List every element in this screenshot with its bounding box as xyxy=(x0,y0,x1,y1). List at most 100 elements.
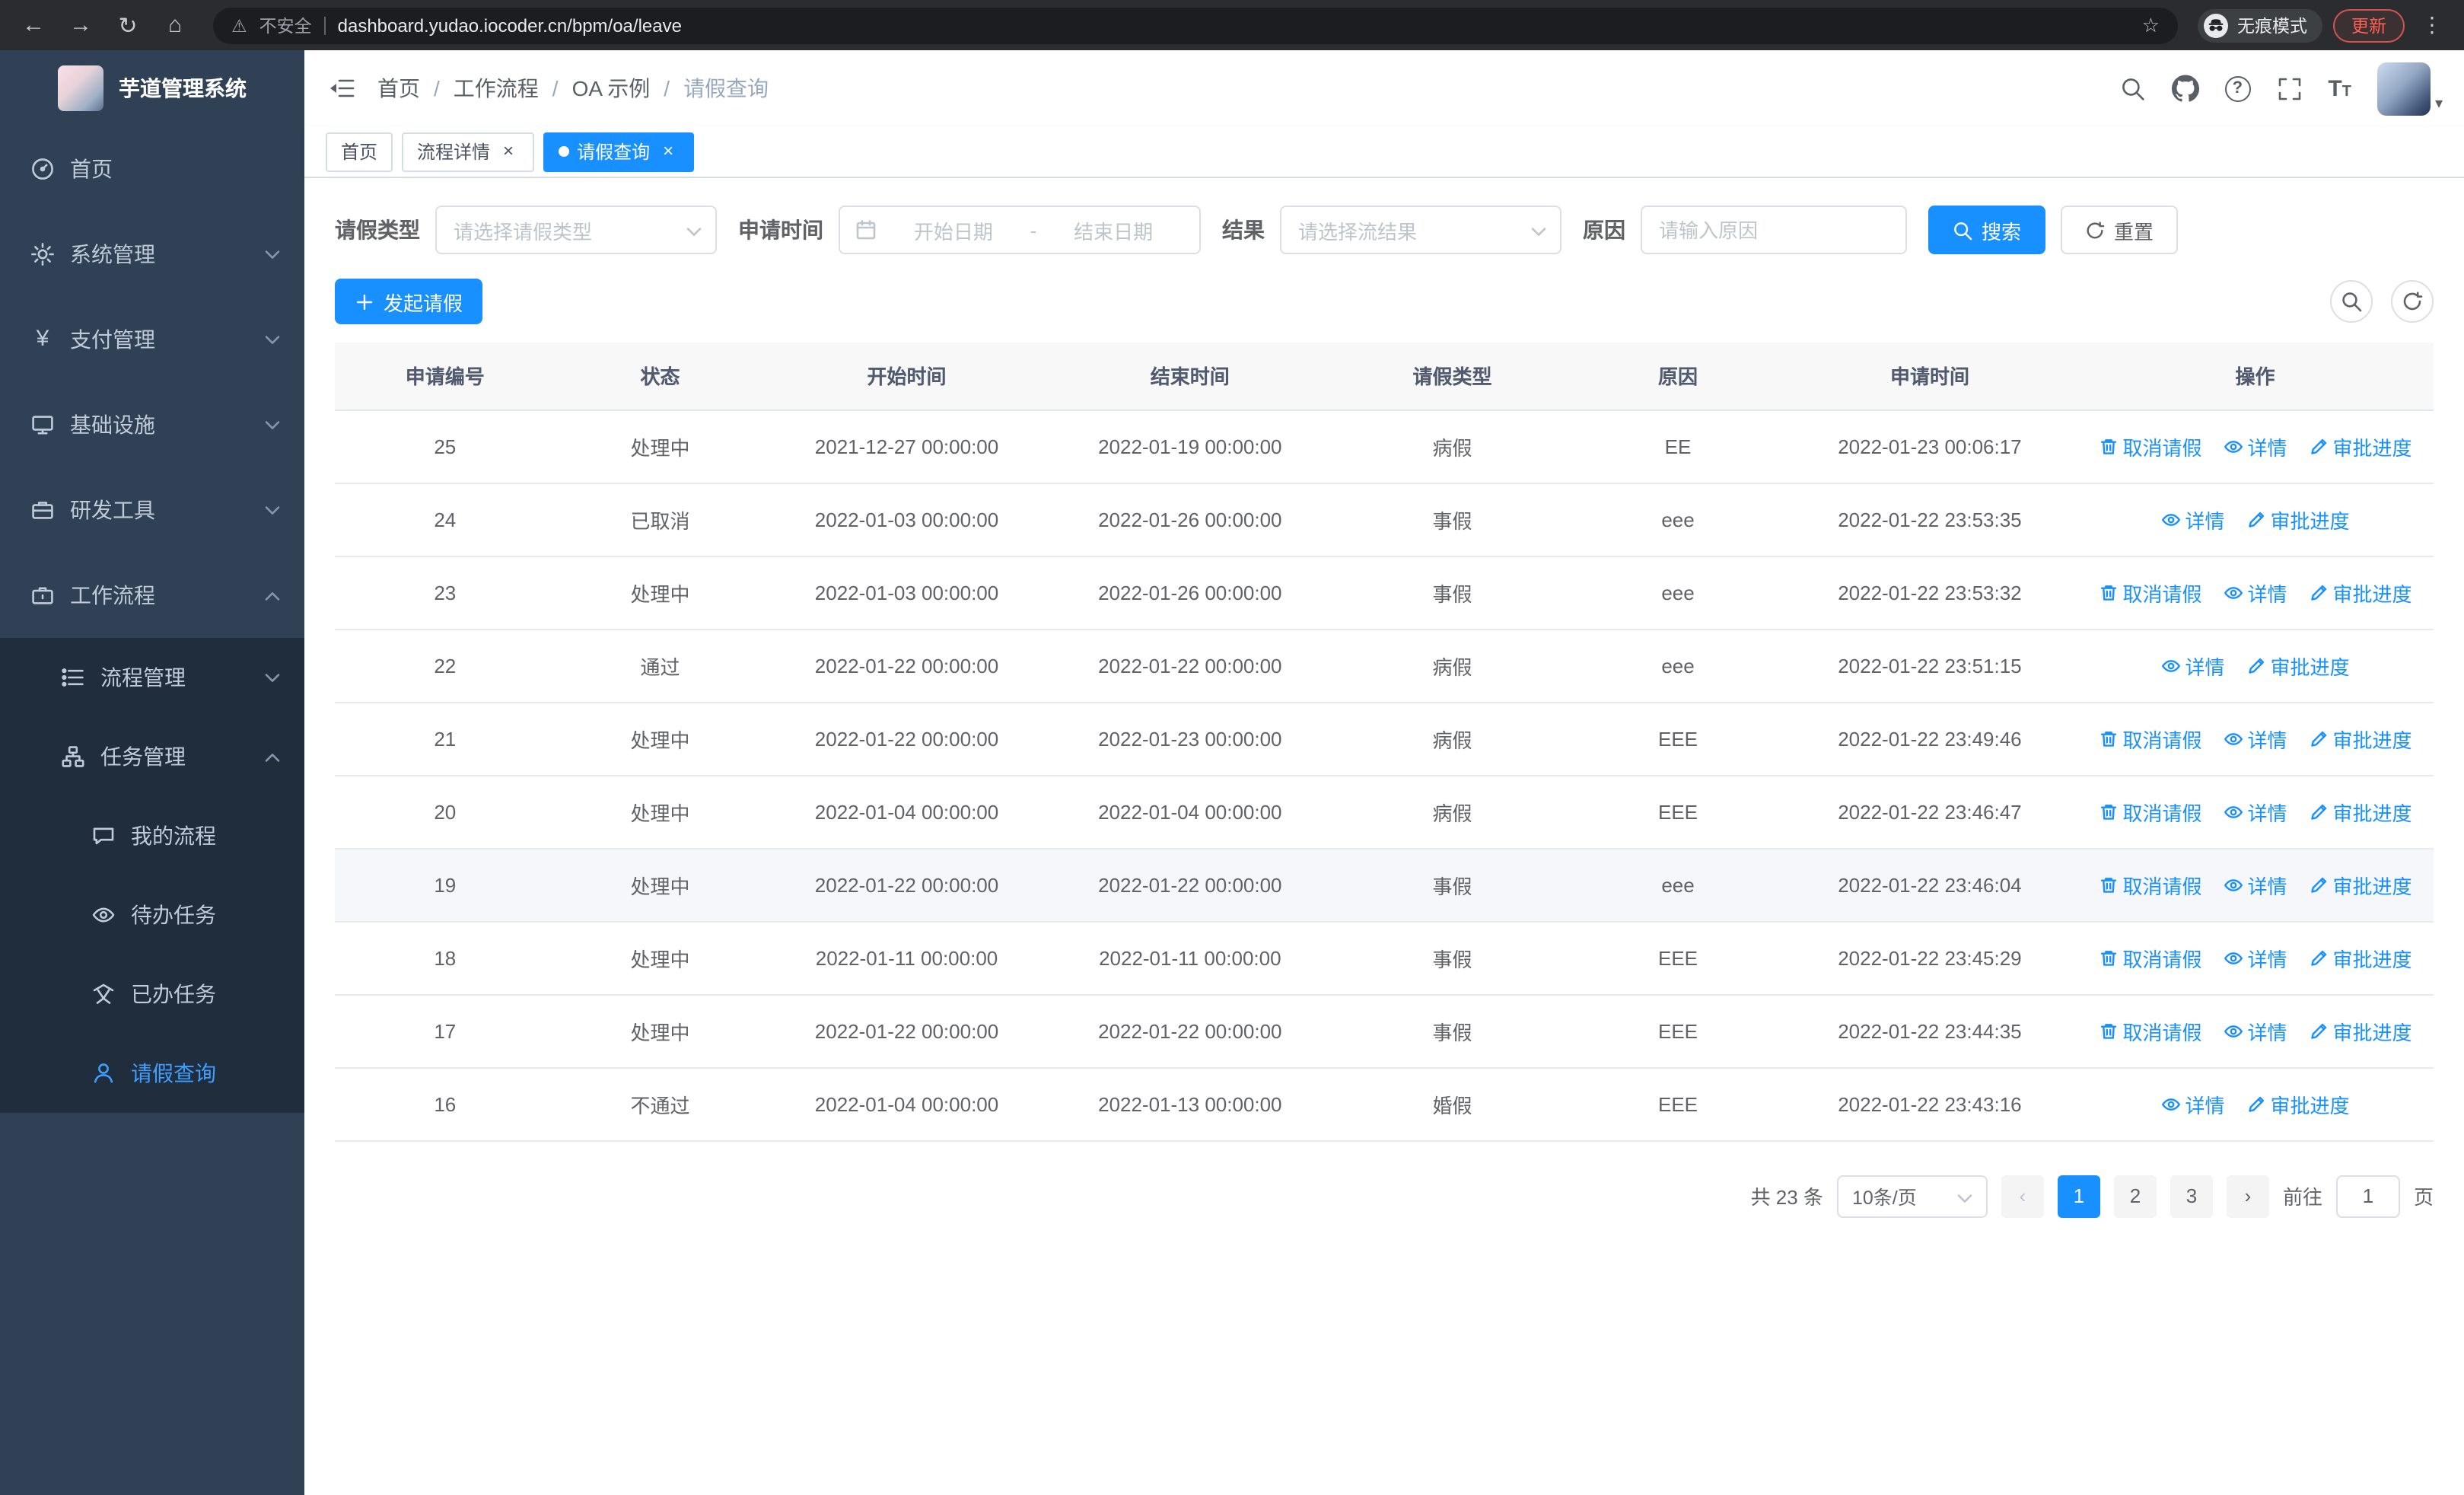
table-row: 22 通过 2022-01-22 00:00:00 2022-01-22 00:00:… xyxy=(335,629,2434,703)
pagination-total: 共 23 条 xyxy=(1750,1186,1823,1209)
prev-page-button[interactable]: ‹ xyxy=(2001,1175,2044,1217)
search-icon[interactable] xyxy=(2119,75,2145,101)
sidebar-item-home[interactable]: 首页 xyxy=(0,126,304,212)
detail-link[interactable]: 详情 xyxy=(2223,432,2287,461)
update-button[interactable]: 更新 xyxy=(2333,8,2405,42)
reset-button[interactable]: 重置 xyxy=(2061,206,2179,254)
sidebar-item-system-mgmt[interactable]: 系统管理 xyxy=(0,212,304,297)
font-size-icon[interactable]: TT xyxy=(2328,77,2351,100)
breadcrumb-item[interactable]: OA 示例 xyxy=(572,73,651,104)
github-icon[interactable] xyxy=(2171,75,2199,102)
cell-status: 处理中 xyxy=(555,702,766,776)
result-select[interactable]: 请选择流结果 xyxy=(1280,206,1561,254)
tab-home[interactable]: 首页 xyxy=(326,132,393,171)
sidebar-item-infrastructure[interactable]: 基础设施 xyxy=(0,382,304,467)
approval-progress-link[interactable]: 审批进度 xyxy=(2309,724,2412,753)
security-label[interactable]: 不安全 xyxy=(259,13,312,37)
col-header-type: 请假类型 xyxy=(1331,343,1574,410)
detail-link[interactable]: 详情 xyxy=(2223,870,2287,899)
detail-link[interactable]: 详情 xyxy=(2223,797,2287,826)
cell-actions: 详情 审批进度 xyxy=(2077,483,2434,556)
approval-progress-link[interactable]: 审批进度 xyxy=(2309,943,2412,972)
reload-icon[interactable]: ↻ xyxy=(110,7,146,43)
cell-end: 2022-01-22 00:00:00 xyxy=(1048,848,1332,922)
cancel-leave-link[interactable]: 取消请假 xyxy=(2098,870,2201,899)
page-size-select[interactable]: 10条/页 xyxy=(1836,1175,1988,1217)
cancel-leave-link[interactable]: 取消请假 xyxy=(2098,578,2201,607)
close-icon[interactable]: × xyxy=(498,140,519,162)
breadcrumb-item[interactable]: 工作流程 xyxy=(454,73,539,104)
toolbox-icon xyxy=(30,498,55,522)
avatar[interactable] xyxy=(2376,62,2431,115)
detail-link[interactable]: 详情 xyxy=(2160,505,2225,534)
search-button[interactable]: 搜索 xyxy=(1928,206,2046,254)
user-menu[interactable]: ▾ xyxy=(2376,62,2443,115)
sidebar-fold-icon[interactable] xyxy=(304,50,377,126)
home-icon[interactable]: ⌂ xyxy=(157,7,193,43)
cell-reason: EE xyxy=(1573,410,1783,483)
fullscreen-icon[interactable] xyxy=(2276,75,2302,101)
sidebar-item-dev-tools[interactable]: 研发工具 xyxy=(0,467,304,553)
sidebar-item-task-mgmt[interactable]: 任务管理 xyxy=(0,717,304,796)
create-leave-button[interactable]: 发起请假 xyxy=(335,279,483,324)
detail-link[interactable]: 详情 xyxy=(2223,724,2287,753)
sidebar-item-done-tasks[interactable]: 已办任务 xyxy=(0,955,304,1034)
next-page-button[interactable]: › xyxy=(2226,1175,2269,1217)
reason-input[interactable] xyxy=(1641,206,1907,254)
approval-progress-link[interactable]: 审批进度 xyxy=(2246,651,2350,680)
bookmark-star-icon[interactable]: ☆ xyxy=(2142,13,2160,37)
help-icon[interactable]: ? xyxy=(2224,75,2251,101)
leave-type-select[interactable]: 请选择请假类型 xyxy=(435,206,717,254)
sidebar-item-my-process[interactable]: 我的流程 xyxy=(0,796,304,875)
col-header-status: 状态 xyxy=(555,343,766,410)
goto-page-input[interactable] xyxy=(2335,1175,2400,1217)
cancel-leave-link[interactable]: 取消请假 xyxy=(2098,797,2201,826)
cell-id: 23 xyxy=(335,556,556,630)
cell-reason: EEE xyxy=(1573,775,1783,849)
approval-progress-link[interactable]: 审批进度 xyxy=(2309,797,2412,826)
approval-progress-link[interactable]: 审批进度 xyxy=(2246,1089,2350,1118)
refresh-icon[interactable] xyxy=(2391,280,2434,323)
tab-label: 流程详情 xyxy=(417,142,491,163)
sidebar-item-payment-mgmt[interactable]: ¥ 支付管理 xyxy=(0,297,304,382)
detail-link[interactable]: 详情 xyxy=(2223,578,2287,607)
sidebar-item-process-mgmt[interactable]: 流程管理 xyxy=(0,638,304,717)
approval-progress-link[interactable]: 审批进度 xyxy=(2309,870,2412,899)
detail-link[interactable]: 详情 xyxy=(2223,1016,2287,1045)
page-button-3[interactable]: 3 xyxy=(2170,1175,2213,1217)
address-bar[interactable]: ⚠ 不安全 dashboard.yudao.iocoder.cn/bpm/oa/… xyxy=(213,7,2178,43)
cancel-leave-link[interactable]: 取消请假 xyxy=(2098,943,2201,972)
sidebar-item-leave-query[interactable]: 请假查询 xyxy=(0,1034,304,1113)
detail-link[interactable]: 详情 xyxy=(2160,651,2225,680)
tab-leave-query[interactable]: 请假查询 × xyxy=(543,132,695,171)
app-logo[interactable]: 芋道管理系统 xyxy=(0,50,304,126)
filter-apply-time: 申请时间 开始日期 - 结束日期 xyxy=(738,206,1201,254)
detail-link[interactable]: 详情 xyxy=(2160,1089,2225,1118)
cell-applied: 2022-01-22 23:43:16 xyxy=(1782,1067,2077,1141)
close-icon[interactable]: × xyxy=(657,140,679,162)
chevron-down-icon xyxy=(265,335,280,343)
approval-progress-link[interactable]: 审批进度 xyxy=(2309,432,2412,461)
breadcrumb-item[interactable]: 首页 xyxy=(377,73,420,104)
date-range-picker[interactable]: 开始日期 - 结束日期 xyxy=(839,206,1201,254)
back-icon[interactable]: ← xyxy=(15,7,52,43)
approval-progress-link[interactable]: 审批进度 xyxy=(2246,505,2350,534)
detail-link[interactable]: 详情 xyxy=(2223,943,2287,972)
sidebar-item-workflow[interactable]: 工作流程 xyxy=(0,553,304,638)
approval-progress-link[interactable]: 审批进度 xyxy=(2309,578,2412,607)
cancel-leave-link[interactable]: 取消请假 xyxy=(2098,432,2201,461)
cancel-leave-link[interactable]: 取消请假 xyxy=(2098,724,2201,753)
cell-status: 处理中 xyxy=(555,775,766,849)
forward-icon[interactable]: → xyxy=(62,7,99,43)
cancel-leave-link[interactable]: 取消请假 xyxy=(2098,1016,2201,1045)
browser-menu-icon[interactable]: ⋮ xyxy=(2415,12,2449,38)
url-text[interactable]: dashboard.yudao.iocoder.cn/bpm/oa/leave xyxy=(338,14,682,36)
sidebar-item-todo-tasks[interactable]: 待办任务 xyxy=(0,875,304,955)
toggle-search-icon[interactable] xyxy=(2330,280,2373,323)
cell-status: 处理中 xyxy=(555,921,766,995)
page-button-2[interactable]: 2 xyxy=(2113,1175,2157,1217)
tab-process-detail[interactable]: 流程详情 × xyxy=(402,132,535,171)
cell-type: 事假 xyxy=(1331,848,1574,922)
approval-progress-link[interactable]: 审批进度 xyxy=(2309,1016,2412,1045)
page-button-1[interactable]: 1 xyxy=(2057,1175,2100,1217)
